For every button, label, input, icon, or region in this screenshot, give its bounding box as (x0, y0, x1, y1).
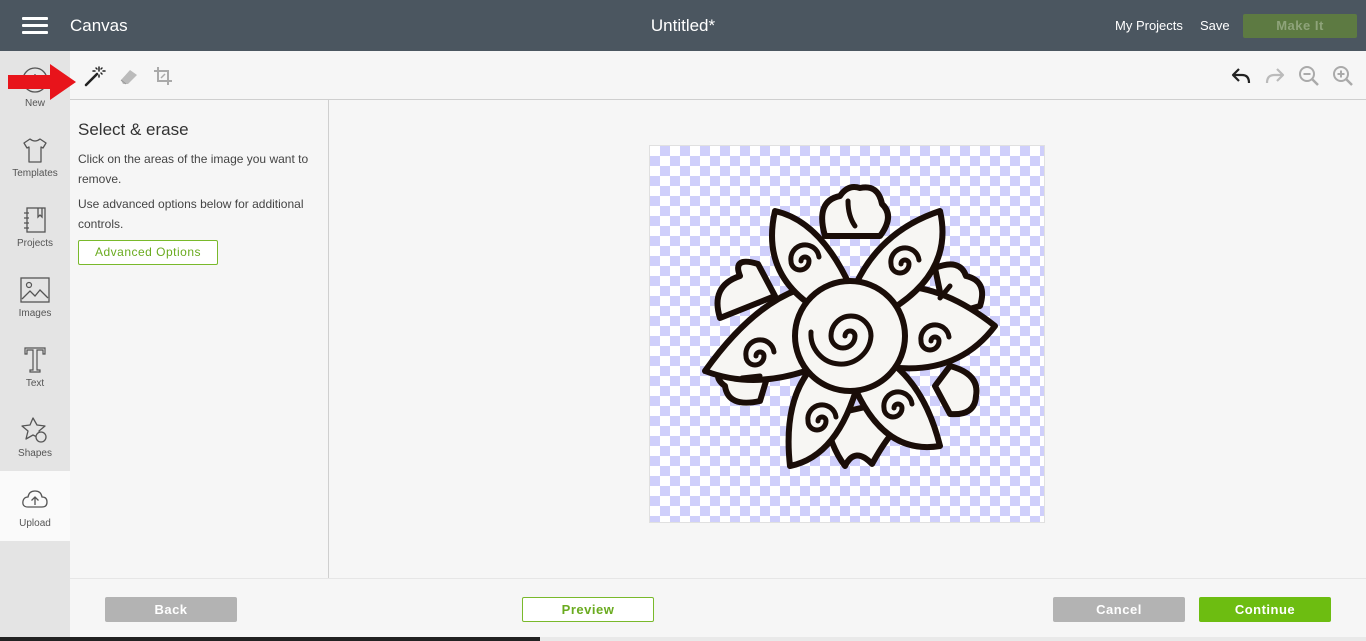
sidebar-item-images[interactable]: Images (0, 261, 70, 331)
eraser-icon[interactable] (118, 65, 140, 87)
notebook-icon (24, 207, 46, 233)
advanced-options-button[interactable]: Advanced Options (78, 240, 218, 265)
flower-image (702, 184, 998, 469)
continue-button[interactable]: Continue (1199, 597, 1331, 622)
image-icon (20, 277, 50, 303)
back-button[interactable]: Back (105, 597, 237, 622)
tshirt-icon (23, 138, 47, 163)
hamburger-menu-icon[interactable] (22, 17, 48, 35)
sidebar: New Templates Projects Images Text Shape… (0, 51, 70, 641)
sidebar-item-text[interactable]: Text (0, 331, 70, 401)
zoom-in-icon[interactable] (1332, 65, 1354, 87)
edit-toolbar (70, 51, 1366, 100)
my-projects-link[interactable]: My Projects (1115, 18, 1183, 33)
sidebar-item-upload[interactable]: Upload (0, 471, 70, 541)
sidebar-item-label: Text (25, 378, 45, 389)
crop-icon[interactable] (152, 65, 174, 87)
sidebar-item-templates[interactable]: Templates (0, 121, 70, 191)
text-icon (24, 347, 46, 373)
redo-icon[interactable] (1264, 65, 1286, 87)
panel-title: Select & erase (78, 120, 189, 139)
panel-advanced-hint: Use advanced options below for additiona… (78, 197, 304, 231)
app-title: Canvas (70, 16, 128, 35)
zoom-out-icon[interactable] (1298, 65, 1320, 87)
cancel-button[interactable]: Cancel (1053, 597, 1185, 622)
panel-instructions: Click on the areas of the image you want… (78, 152, 309, 186)
red-arrow-icon (8, 64, 76, 100)
preview-button[interactable]: Preview (522, 597, 654, 622)
magic-wand-icon[interactable] (84, 65, 106, 87)
top-bar: Canvas Untitled* My Projects Save Make I… (0, 0, 1366, 51)
sidebar-item-label: Shapes (18, 448, 52, 459)
sidebar-item-shapes[interactable]: Shapes (0, 401, 70, 471)
sidebar-item-label: Templates (12, 168, 58, 179)
cloud-upload-icon (22, 490, 48, 508)
sidebar-item-label: Projects (16, 238, 54, 249)
sidebar-item-label: Images (18, 308, 52, 319)
save-button[interactable]: Save (1200, 18, 1230, 33)
make-it-button[interactable]: Make It (1243, 14, 1357, 38)
image-preview[interactable] (649, 145, 1045, 523)
sidebar-item-label: Upload (19, 518, 51, 529)
bottom-action-bar: Back Preview Cancel Continue (70, 578, 1366, 637)
undo-icon[interactable] (1230, 65, 1252, 87)
shapes-icon (21, 417, 47, 443)
select-erase-panel: Select & erase Click on the areas of the… (70, 100, 329, 578)
window-bottom-edge (0, 637, 1366, 641)
sidebar-item-projects[interactable]: Projects (0, 191, 70, 261)
canvas-area (329, 100, 1366, 578)
